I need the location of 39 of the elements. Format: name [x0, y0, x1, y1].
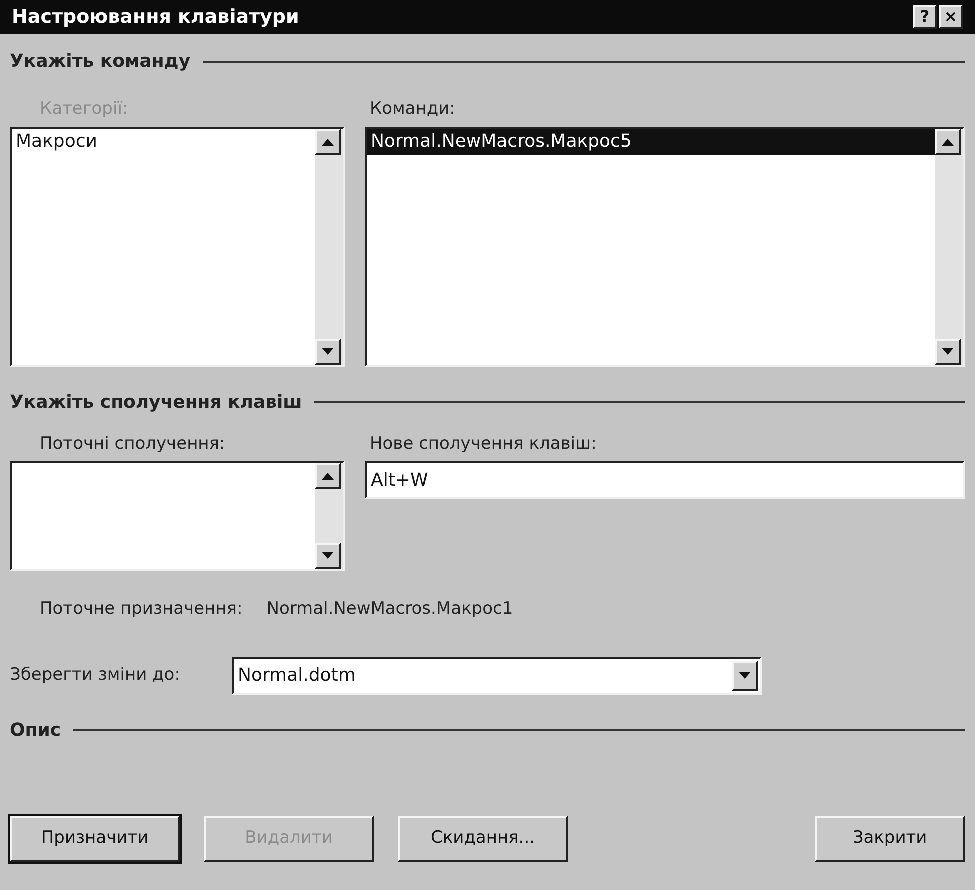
field-label: Поточне призначення: [40, 598, 243, 621]
list-box[interactable]: Normal.NewMacros.Макрос5 [365, 126, 965, 366]
scroll-up-button[interactable] [935, 128, 961, 154]
field-label: Категорії: [39, 98, 130, 121]
scroll-down-button[interactable] [315, 338, 341, 364]
dropdown[interactable]: Normal.dotm [232, 656, 762, 694]
up-triangle-icon [942, 138, 954, 146]
field-label: Зберегти зміни до: [10, 664, 182, 687]
down-triangle-icon [322, 348, 334, 356]
window-title: Настроювання клавіатури [12, 4, 300, 30]
dialog-button[interactable]: Закрити [815, 816, 965, 862]
list-box[interactable] [10, 461, 345, 571]
group-title: Укажіть команду [10, 50, 191, 74]
up-triangle-icon [322, 138, 334, 146]
scrollbar[interactable] [315, 128, 343, 364]
scroll-down-button[interactable] [935, 338, 961, 364]
field-label: Нове сполучення клавіш: [369, 432, 598, 456]
field-label: Поточні сполучення: [39, 432, 226, 456]
list-item[interactable]: Normal.NewMacros.Макрос5 [367, 128, 935, 154]
dropdown-arrow-button[interactable] [732, 660, 758, 690]
dialog-button[interactable]: Призначити [10, 816, 180, 862]
scroll-up-button[interactable] [315, 128, 341, 154]
assignment-value: Normal.NewMacros.Макрос1 [266, 598, 514, 621]
scroll-down-button[interactable] [315, 543, 341, 569]
group-title: Опис [10, 718, 62, 742]
scroll-up-button[interactable] [315, 463, 341, 489]
dropdown-value: Normal.dotm [237, 664, 357, 688]
input-field[interactable]: Alt+W [365, 461, 965, 499]
group-title: Укажіть сполучення клавіш [10, 390, 302, 414]
help-button[interactable]: ? [913, 5, 937, 29]
down-triangle-icon [942, 348, 954, 356]
down-triangle-icon [739, 672, 751, 680]
close-button[interactable]: × [939, 5, 963, 29]
up-triangle-icon [322, 472, 334, 480]
down-triangle-icon [322, 552, 334, 560]
scrollbar[interactable] [935, 128, 963, 364]
field-label: Команди: [369, 98, 456, 121]
scrollbar[interactable] [315, 463, 343, 569]
dialog-button[interactable]: Скидання... [398, 816, 568, 862]
